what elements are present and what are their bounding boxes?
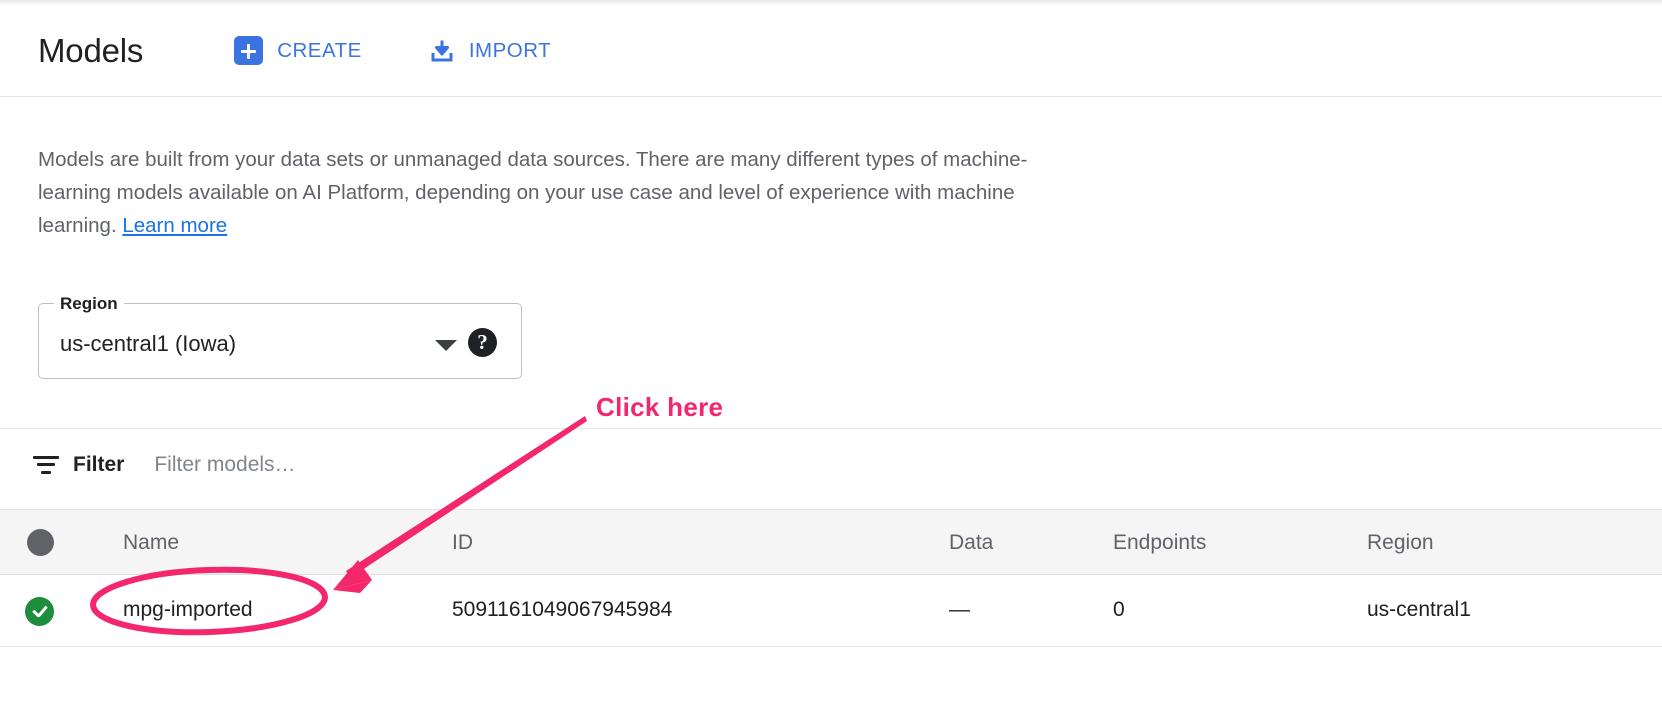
import-button[interactable]: IMPORT: [429, 29, 551, 73]
cell-region: us-central1: [1367, 598, 1471, 622]
select-all-circle-icon[interactable]: [27, 529, 54, 556]
learn-more-link[interactable]: Learn more: [122, 214, 227, 237]
green-check-circle-icon[interactable]: [25, 597, 54, 626]
cell-data: —: [949, 598, 970, 622]
chevron-down-icon[interactable]: [435, 340, 457, 351]
page-description: Models are built from your data sets or …: [38, 143, 1068, 242]
region-select-wrapper: Region us-central1 (Iowa): [38, 303, 522, 379]
filter-label: Filter: [73, 453, 124, 477]
filter-bar: Filter: [0, 429, 1662, 501]
cell-model-id: 5091161049067945984: [452, 598, 672, 622]
column-header-id[interactable]: ID: [452, 531, 473, 555]
create-button[interactable]: CREATE: [234, 29, 362, 73]
create-button-label: CREATE: [277, 39, 362, 63]
help-icon[interactable]: ?: [468, 328, 497, 357]
table-header-row: Name ID Data Endpoints Region: [0, 509, 1662, 575]
column-header-endpoints[interactable]: Endpoints: [1113, 531, 1206, 555]
callout-text: Click here: [596, 392, 723, 423]
column-header-name[interactable]: Name: [123, 531, 179, 555]
download-icon: [429, 38, 455, 64]
region-select-label: Region: [54, 295, 124, 313]
cell-model-name[interactable]: mpg-imported: [123, 598, 253, 622]
column-header-data[interactable]: Data: [949, 531, 993, 555]
region-select[interactable]: Region us-central1 (Iowa): [38, 303, 522, 379]
filter-input[interactable]: [154, 453, 714, 477]
region-select-value: us-central1 (Iowa): [60, 331, 236, 357]
import-button-label: IMPORT: [469, 39, 551, 63]
filter-icon[interactable]: [33, 456, 59, 475]
plus-icon: [234, 36, 263, 65]
page-title: Models: [38, 34, 143, 67]
table-row[interactable]: mpg-imported 5091161049067945984 — 0 us-…: [0, 575, 1662, 647]
page-header: Models CREATE IMPORT: [0, 5, 1662, 97]
column-header-region[interactable]: Region: [1367, 531, 1434, 555]
cell-endpoints: 0: [1113, 598, 1125, 622]
